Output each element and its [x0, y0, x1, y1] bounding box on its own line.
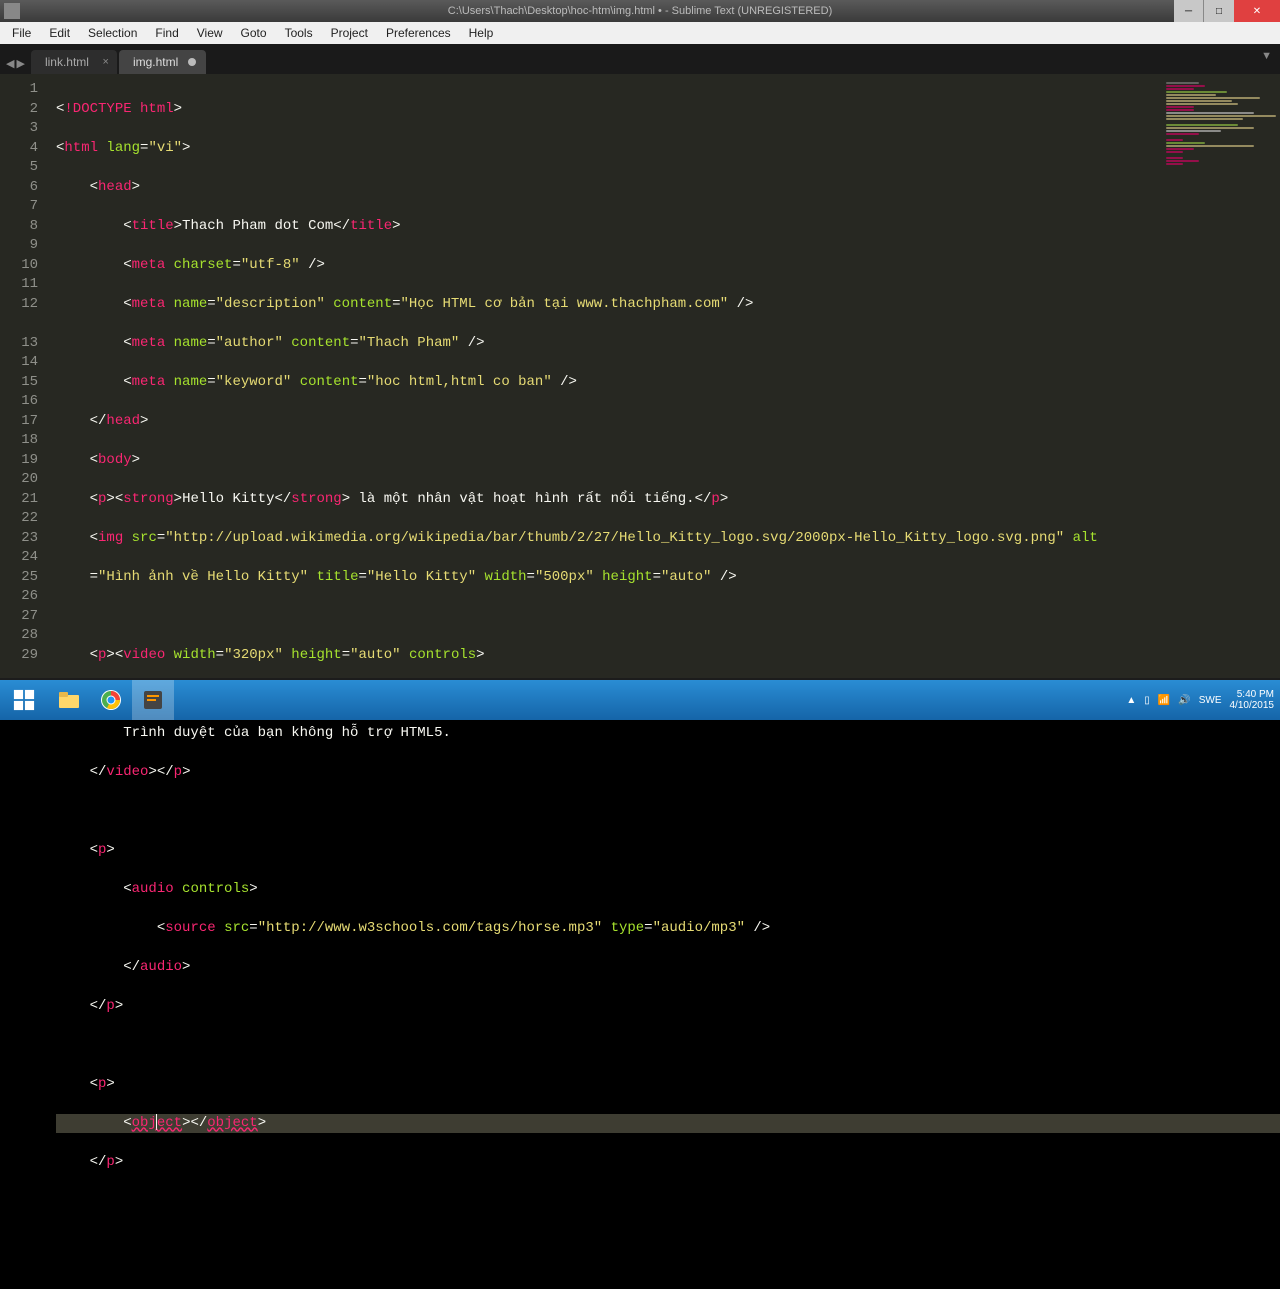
network-icon[interactable]: 📶	[1158, 695, 1170, 706]
window-title: C:\Users\Thach\Desktop\hoc-htm\img.html …	[448, 5, 832, 17]
sublime-icon	[142, 689, 164, 711]
menu-bar: File Edit Selection Find View Goto Tools…	[0, 22, 1280, 44]
chrome-icon	[99, 688, 123, 712]
windows-icon	[13, 689, 35, 711]
nav-forward-icon[interactable]: ▶	[16, 57, 24, 70]
minimize-button[interactable]: ─	[1174, 0, 1204, 22]
app-icon	[4, 3, 20, 19]
tray-ime[interactable]: SWE	[1199, 695, 1222, 706]
menu-preferences[interactable]: Preferences	[378, 26, 459, 40]
menu-goto[interactable]: Goto	[233, 26, 275, 40]
menu-selection[interactable]: Selection	[80, 26, 145, 40]
menu-edit[interactable]: Edit	[41, 26, 78, 40]
tab-img-html[interactable]: img.html	[119, 50, 206, 74]
menu-help[interactable]: Help	[461, 26, 502, 40]
tab-dropdown-icon[interactable]: ▼	[1261, 50, 1272, 62]
code-area[interactable]: <!DOCTYPE html> <html lang="vi"> <head> …	[48, 74, 1280, 678]
menu-view[interactable]: View	[189, 26, 231, 40]
taskbar-chrome[interactable]	[90, 680, 132, 720]
taskbar: ▲ ▯ 📶 🔊 SWE 5:40 PM 4/10/2015	[0, 680, 1280, 720]
menu-file[interactable]: File	[4, 26, 39, 40]
dirty-dot-icon	[188, 58, 196, 66]
tray-up-icon[interactable]: ▲	[1126, 695, 1136, 706]
close-button[interactable]: ✕	[1234, 0, 1280, 22]
tab-link-html[interactable]: link.html ×	[31, 50, 117, 74]
nav-back-icon[interactable]: ◀	[6, 57, 14, 70]
taskbar-explorer[interactable]	[48, 680, 90, 720]
volume-icon[interactable]: 🔊	[1178, 695, 1190, 706]
editor[interactable]: 1234567891011121314151617181920212223242…	[0, 74, 1280, 678]
tab-label: img.html	[133, 55, 178, 69]
gutter: 1234567891011121314151617181920212223242…	[0, 74, 48, 678]
close-icon[interactable]: ×	[103, 56, 109, 68]
start-button[interactable]	[0, 680, 48, 720]
menu-tools[interactable]: Tools	[277, 26, 321, 40]
minimap[interactable]	[1166, 82, 1276, 232]
tab-label: link.html	[45, 55, 89, 69]
menu-project[interactable]: Project	[323, 26, 376, 40]
menu-find[interactable]: Find	[147, 26, 186, 40]
tab-bar: ◀ ▶ link.html × img.html ▼	[0, 44, 1280, 74]
title-bar: C:\Users\Thach\Desktop\hoc-htm\img.html …	[0, 0, 1280, 22]
action-center-icon[interactable]: ▯	[1144, 695, 1150, 706]
maximize-button[interactable]: □	[1204, 0, 1234, 22]
system-tray[interactable]: ▲ ▯ 📶 🔊 SWE 5:40 PM 4/10/2015	[1126, 689, 1274, 711]
tray-clock[interactable]: 5:40 PM 4/10/2015	[1230, 689, 1275, 711]
taskbar-sublime[interactable]	[132, 680, 174, 720]
folder-icon	[57, 689, 81, 711]
